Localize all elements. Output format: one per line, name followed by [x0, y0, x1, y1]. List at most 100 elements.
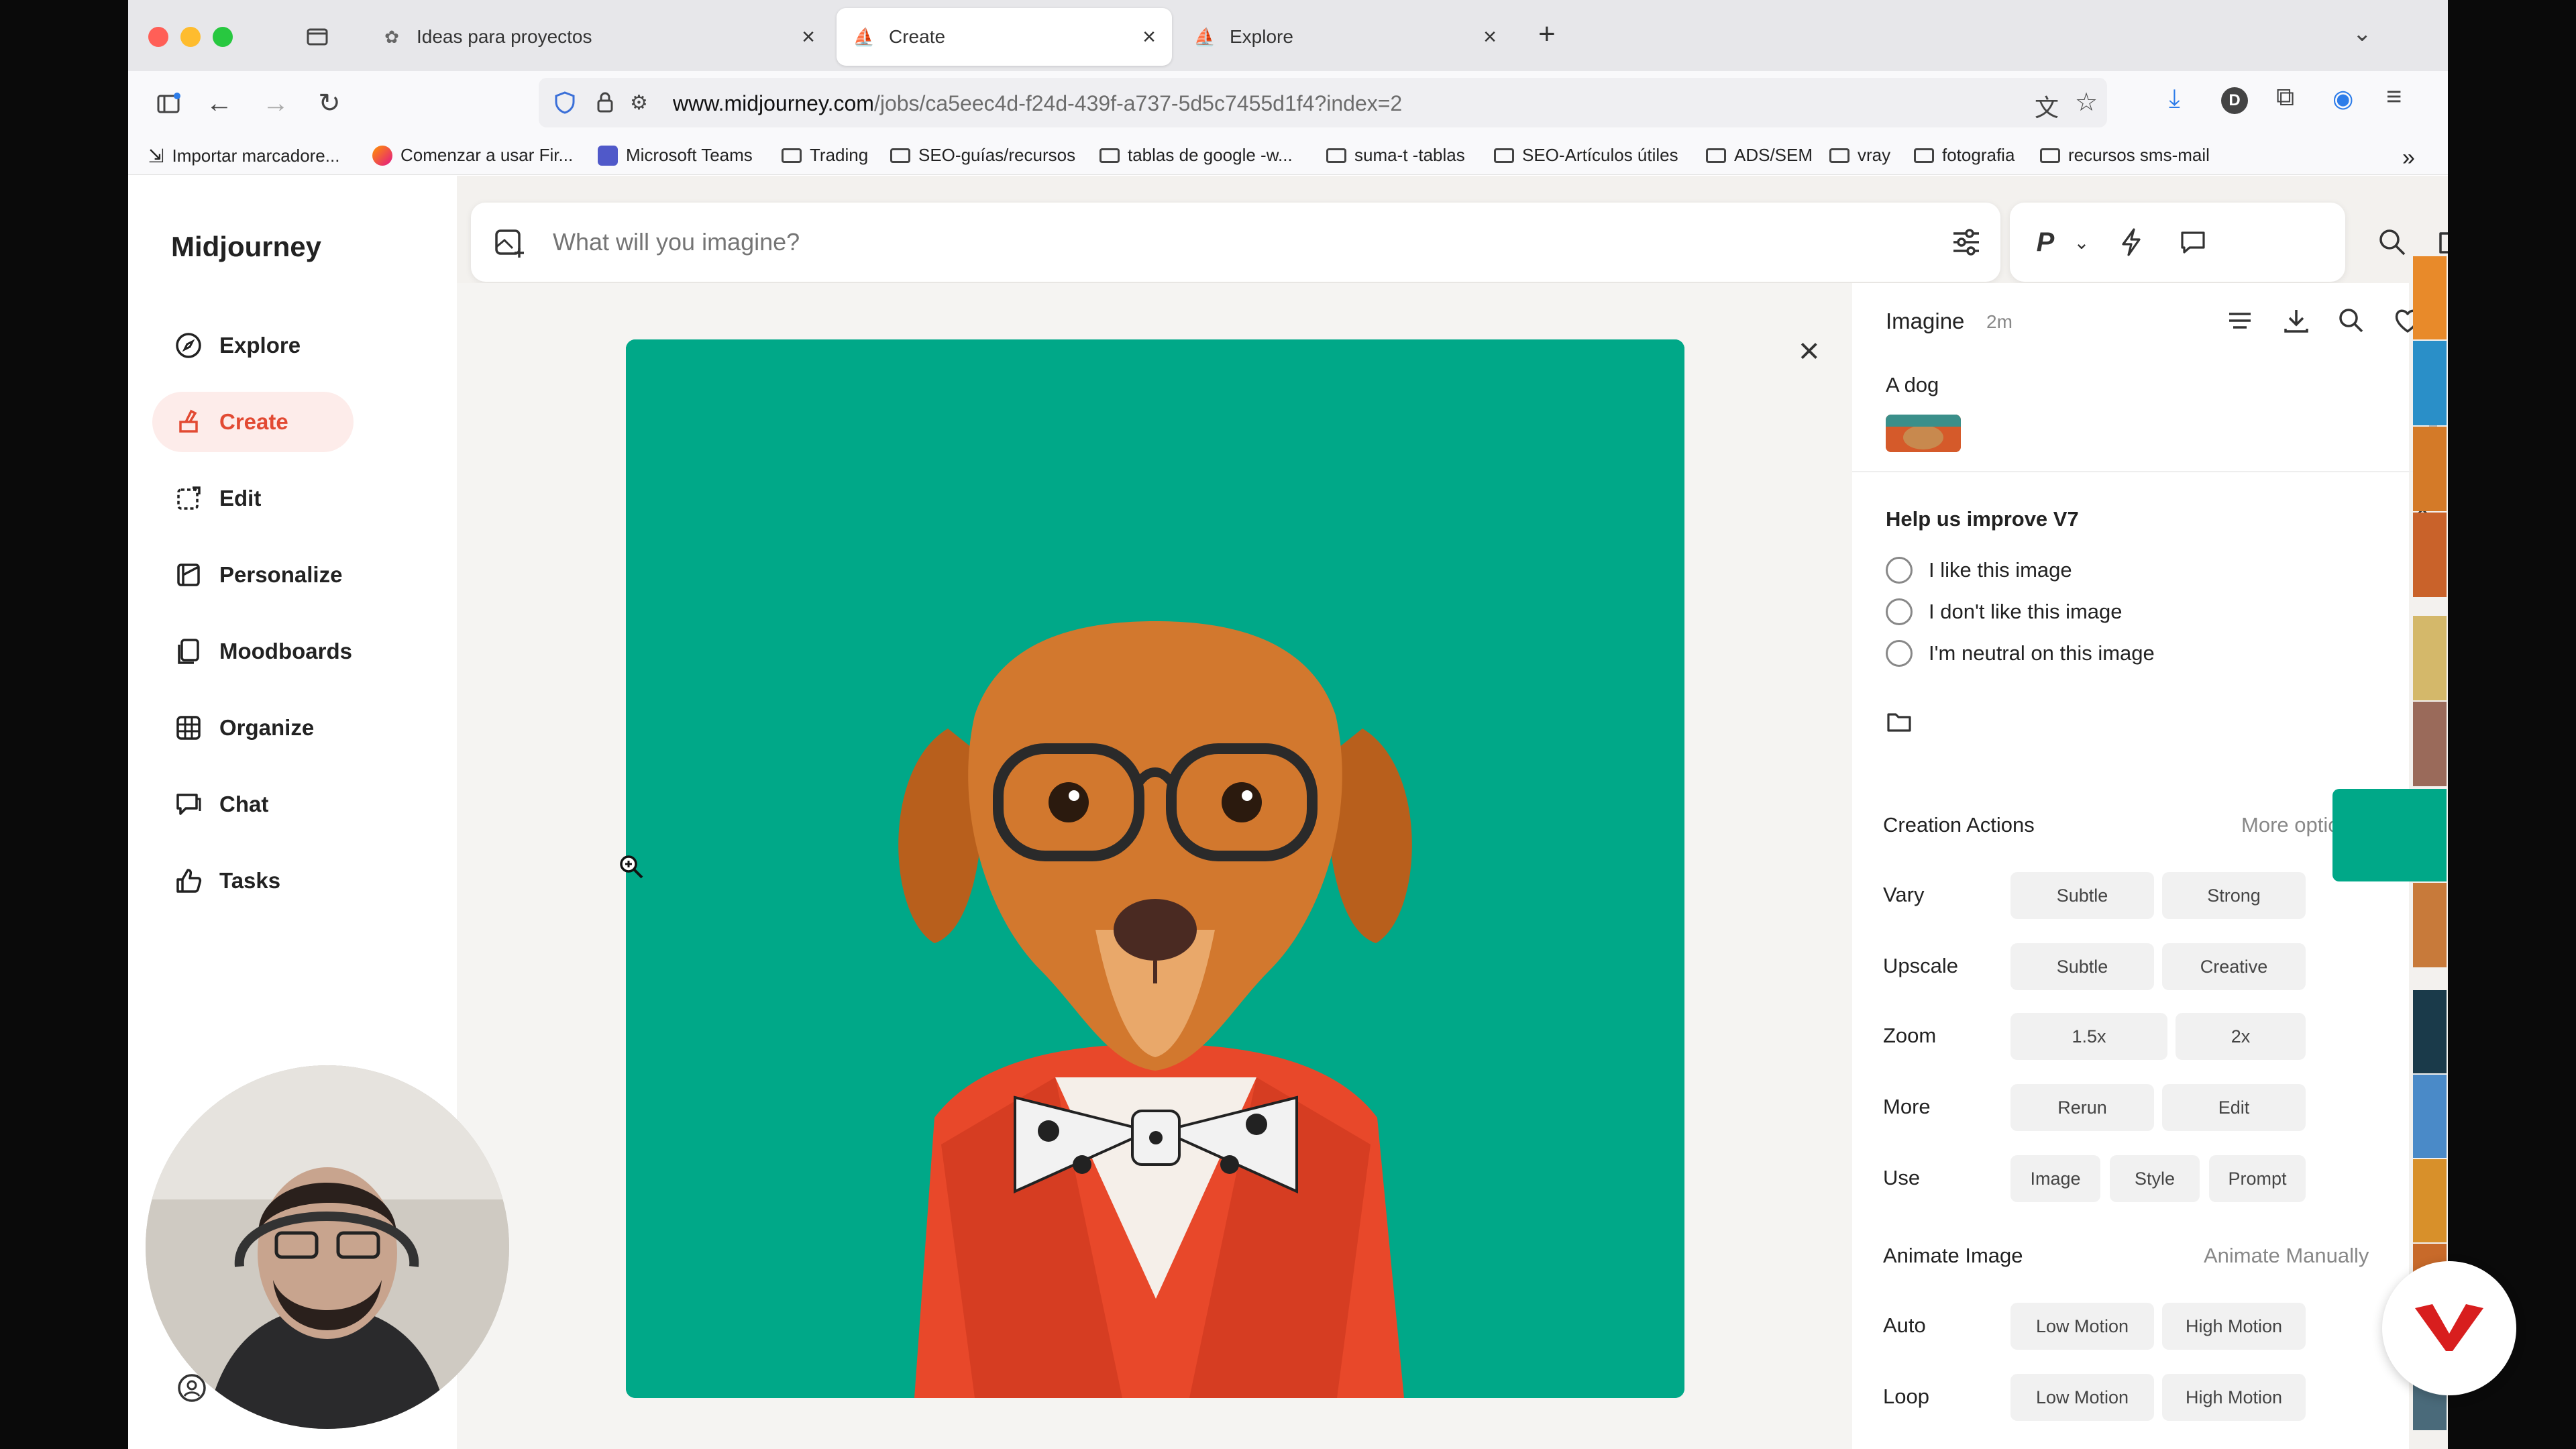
tab-ideas-para-proyectos[interactable]: ✿ Ideas para proyectos ×	[364, 8, 831, 66]
feedback-option-label[interactable]: I like this image	[1929, 558, 2072, 582]
midjourney-logo[interactable]: Midjourney	[171, 231, 321, 263]
url-text[interactable]: www.midjourney.com/jobs/ca5eec4d-f24d-43…	[673, 91, 1402, 116]
use-prompt-button[interactable]: Prompt	[2209, 1155, 2306, 1202]
sidebar-item-organize[interactable]: Organize	[152, 698, 354, 758]
thumbnail[interactable]	[2413, 990, 2447, 1073]
prompt-thumbnail[interactable]	[1886, 415, 1961, 452]
extensions-icon[interactable]: ⧉	[2276, 83, 2294, 112]
thumbnail[interactable]	[2413, 789, 2447, 881]
zoom-1-5x-button[interactable]: 1.5x	[2010, 1013, 2167, 1060]
chevron-down-icon[interactable]: ⌄	[2063, 224, 2100, 260]
back-icon[interactable]: ←	[199, 83, 239, 123]
generated-image[interactable]	[626, 339, 1684, 1398]
sidebar-item-moodboards[interactable]: Moodboards	[152, 621, 354, 682]
loop-high-motion-button[interactable]: High Motion	[2162, 1374, 2306, 1421]
thumbnail[interactable]	[2413, 1075, 2447, 1158]
list-icon[interactable]	[2225, 306, 2255, 339]
bookmark-star-icon[interactable]: ☆	[2075, 87, 2098, 117]
feedback-option-label[interactable]: I'm neutral on this image	[1929, 641, 2155, 665]
maximize-window-button[interactable]	[213, 27, 233, 47]
close-window-button[interactable]	[148, 27, 168, 47]
menu-icon[interactable]: ≡	[2386, 82, 2402, 112]
sidebar-item-chat[interactable]: Chat	[152, 774, 354, 835]
tab-list-chevron-icon[interactable]: ⌄	[2353, 20, 2372, 47]
upscale-creative-button[interactable]: Creative	[2162, 943, 2306, 990]
tab-overview-icon[interactable]	[304, 23, 331, 50]
feedback-radio-neutral[interactable]	[1886, 640, 1913, 667]
thumbnail[interactable]	[2413, 256, 2447, 339]
use-style-button[interactable]: Style	[2110, 1155, 2200, 1202]
close-tab-icon[interactable]: ×	[802, 24, 815, 50]
tab-explore[interactable]: ⛵ Explore ×	[1177, 8, 1513, 66]
thumbnail[interactable]	[2413, 616, 2447, 700]
bookmark-item[interactable]: Microsoft Teams	[598, 145, 753, 166]
vary-strong-button[interactable]: Strong	[2162, 872, 2306, 919]
close-tab-icon[interactable]: ×	[1483, 24, 1497, 50]
forward-icon[interactable]: →	[256, 83, 296, 123]
bookmark-folder[interactable]: vray	[1829, 145, 1890, 166]
bookmark-folder[interactable]: tablas de google -w...	[1099, 145, 1293, 166]
settings-sliders-icon[interactable]	[1949, 225, 1983, 262]
lock-icon[interactable]	[592, 90, 618, 119]
thumbnail[interactable]	[2413, 883, 2447, 967]
lightning-icon[interactable]	[2113, 224, 2149, 260]
rerun-button[interactable]: Rerun	[2010, 1084, 2154, 1131]
search-similar-icon[interactable]	[2337, 306, 2366, 339]
address-bar[interactable]: ⚙ www.midjourney.com/jobs/ca5eec4d-f24d-…	[539, 78, 2107, 127]
auto-high-motion-button[interactable]: High Motion	[2162, 1303, 2306, 1350]
reload-icon[interactable]: ↻	[309, 83, 350, 123]
account-extension-icon[interactable]: ◉	[2332, 85, 2353, 113]
feedback-radio-like[interactable]	[1886, 557, 1913, 584]
prompt-input[interactable]	[551, 223, 1829, 262]
thumbnail[interactable]	[2413, 341, 2447, 425]
bookmark-folder[interactable]: SEO-Artículos útiles	[1494, 145, 1678, 166]
sidebar-item-personalize[interactable]: Personalize	[152, 545, 354, 605]
image-prompt-icon[interactable]	[492, 225, 527, 264]
auto-low-motion-button[interactable]: Low Motion	[2010, 1303, 2154, 1350]
tab-create[interactable]: ⛵ Create ×	[837, 8, 1172, 66]
loop-low-motion-button[interactable]: Low Motion	[2010, 1374, 2154, 1421]
personalization-button[interactable]: P	[2027, 224, 2063, 260]
bookmark-item[interactable]: Comenzar a usar Fir...	[372, 145, 573, 166]
downloads-icon[interactable]: ⤓	[2169, 85, 2180, 113]
sidebar-item-explore[interactable]: Explore	[152, 315, 354, 376]
minimize-window-button[interactable]	[180, 27, 201, 47]
site-permissions-icon[interactable]: ⚙	[630, 91, 648, 115]
thumbnail[interactable]	[2413, 513, 2447, 597]
use-image-button[interactable]: Image	[2010, 1155, 2100, 1202]
add-to-folder-icon[interactable]	[1886, 708, 1913, 739]
thumbnail[interactable]	[2413, 702, 2447, 786]
sidebar-item-tasks[interactable]: Tasks	[152, 851, 354, 911]
comment-icon[interactable]	[2175, 224, 2211, 260]
close-viewer-icon[interactable]: ×	[1799, 330, 1820, 372]
bookmark-folder[interactable]: fotografia	[1914, 145, 2015, 166]
close-tab-icon[interactable]: ×	[1142, 24, 1156, 50]
profile-avatar[interactable]: D	[2221, 87, 2248, 114]
edit-button[interactable]: Edit	[2162, 1084, 2306, 1131]
bookmark-item[interactable]: ⇲ Importar marcadore...	[148, 145, 339, 167]
sidebar-item-edit[interactable]: Edit	[152, 468, 354, 529]
prompt-bar[interactable]	[471, 203, 2000, 282]
bookmark-folder[interactable]: Trading	[782, 145, 868, 166]
thumbnail[interactable]	[2413, 1159, 2447, 1242]
tracking-shield-icon[interactable]	[552, 90, 578, 119]
new-tab-icon[interactable]: +	[1538, 17, 1556, 51]
sidebar-item-create[interactable]: Create	[152, 392, 354, 452]
bookmark-folder[interactable]: SEO-guías/recursos	[890, 145, 1075, 166]
more-bookmarks-icon[interactable]: »	[2402, 145, 2415, 171]
zoom-2x-button[interactable]: 2x	[2176, 1013, 2306, 1060]
thumbnail[interactable]	[2413, 427, 2447, 511]
bookmark-folder[interactable]: ADS/SEM	[1706, 145, 1813, 166]
sidebar-toggle-icon[interactable]	[148, 83, 189, 123]
download-icon[interactable]	[2282, 306, 2311, 339]
upscale-subtle-button[interactable]: Subtle	[2010, 943, 2154, 990]
vary-subtle-button[interactable]: Subtle	[2010, 872, 2154, 919]
midjourney-badge-icon[interactable]	[2382, 1261, 2516, 1395]
animate-manually-link[interactable]: Animate Manually	[2204, 1244, 2369, 1268]
feedback-radio-dislike[interactable]	[1886, 598, 1913, 625]
bookmark-folder[interactable]: suma-t -tablas	[1326, 145, 1465, 166]
search-icon[interactable]	[2377, 227, 2408, 261]
bookmark-folder[interactable]: recursos sms-mail	[2040, 145, 2210, 166]
feedback-option-label[interactable]: I don't like this image	[1929, 600, 2123, 624]
translate-icon[interactable]: 文	[2035, 89, 2059, 123]
